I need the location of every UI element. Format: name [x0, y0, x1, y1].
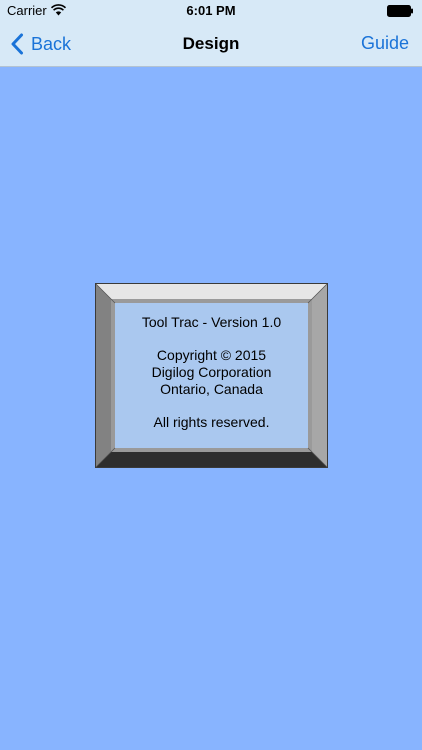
- location-text: Ontario, Canada: [160, 381, 263, 397]
- top-bar: Carrier 6:01 PM Back Design Guide: [0, 0, 422, 67]
- company-text: Digilog Corporation: [151, 364, 272, 380]
- navigation-bar: Back Design Guide: [0, 22, 422, 66]
- page-title: Design: [182, 34, 240, 53]
- copyright-text: Copyright © 2015: [156, 347, 267, 363]
- about-panel: Tool Trac - Version 1.0 Copyright © 2015…: [95, 283, 328, 468]
- about-panel-content: Tool Trac - Version 1.0 Copyright © 2015…: [115, 303, 308, 448]
- status-time: 6:01 PM: [186, 3, 236, 18]
- status-bar: Carrier 6:01 PM: [0, 0, 422, 22]
- rights-text: All rights reserved.: [153, 414, 270, 430]
- guide-button[interactable]: Guide: [361, 33, 409, 54]
- version-text: Tool Trac - Version 1.0: [141, 314, 282, 330]
- battery-icon: [387, 5, 413, 17]
